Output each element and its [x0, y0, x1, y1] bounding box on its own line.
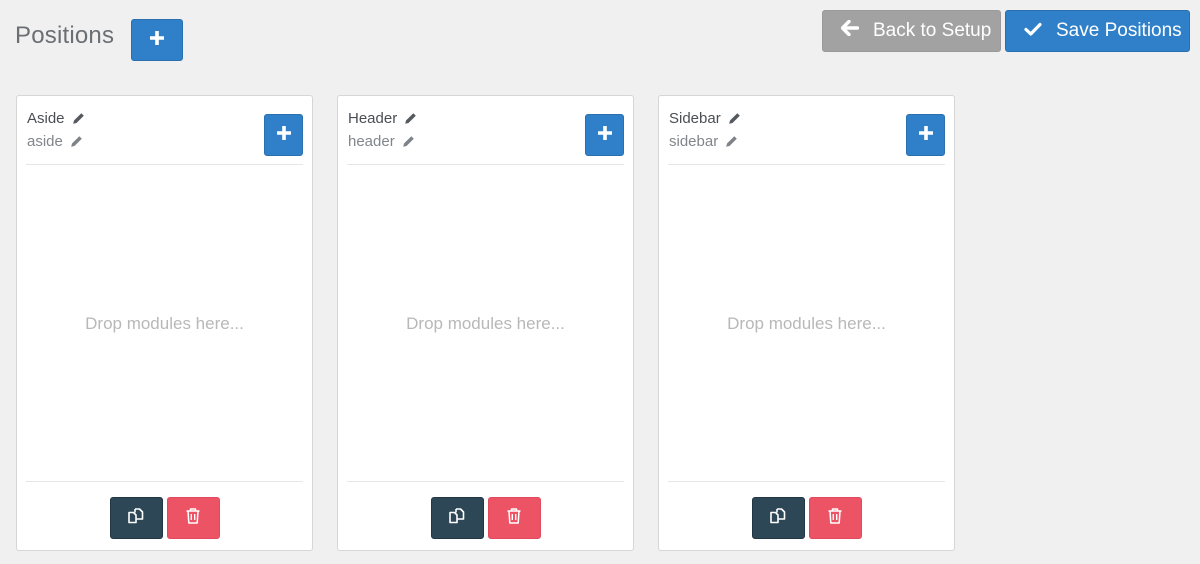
delete-position-button[interactable] — [166, 497, 220, 539]
edit-name-pencil-icon[interactable] — [404, 112, 417, 125]
add-module-button[interactable] — [906, 114, 945, 156]
card-header: Aside aside — [26, 96, 303, 165]
back-to-setup-label: Back to Setup — [873, 20, 992, 41]
plus-icon — [597, 125, 613, 146]
copy-icon — [768, 506, 788, 531]
trash-icon — [827, 507, 843, 530]
position-name-text: Aside — [27, 110, 65, 127]
edit-name-pencil-icon[interactable] — [728, 112, 741, 125]
add-position-button[interactable] — [131, 19, 183, 61]
drop-zone-placeholder: Drop modules here... — [85, 313, 244, 333]
position-name-text: Sidebar — [669, 110, 721, 127]
position-card-sidebar: Sidebar sidebar Drop modules here... — [658, 95, 955, 551]
delete-position-button[interactable] — [487, 497, 541, 539]
edit-slug-pencil-icon[interactable] — [725, 135, 738, 148]
plus-icon — [918, 125, 934, 146]
position-slug: aside — [27, 133, 83, 150]
plus-icon — [276, 125, 292, 146]
position-name: Aside — [27, 110, 85, 127]
position-name: Header — [348, 110, 417, 127]
delete-position-button[interactable] — [808, 497, 862, 539]
position-slug-text: aside — [27, 133, 63, 150]
card-footer — [17, 497, 312, 539]
position-slug: header — [348, 133, 415, 150]
copy-icon — [126, 506, 146, 531]
module-drop-zone[interactable]: Drop modules here... — [26, 165, 303, 482]
duplicate-position-button[interactable] — [109, 497, 163, 539]
duplicate-position-button[interactable] — [751, 497, 805, 539]
check-icon — [1024, 20, 1042, 42]
arrow-left-icon — [840, 19, 860, 42]
add-module-button[interactable] — [585, 114, 624, 156]
position-slug: sidebar — [669, 133, 738, 150]
back-to-setup-button[interactable]: Back to Setup — [822, 10, 1001, 52]
edit-slug-pencil-icon[interactable] — [70, 135, 83, 148]
position-name: Sidebar — [669, 110, 741, 127]
position-card-header: Header header Drop modules here... — [337, 95, 634, 551]
save-positions-button[interactable]: Save Positions — [1005, 10, 1190, 52]
save-positions-label: Save Positions — [1056, 20, 1182, 41]
drop-zone-placeholder: Drop modules here... — [727, 313, 886, 333]
position-slug-text: sidebar — [669, 133, 719, 150]
edit-slug-pencil-icon[interactable] — [402, 135, 415, 148]
position-card-aside: Aside aside Drop modules here... — [16, 95, 313, 551]
edit-name-pencil-icon[interactable] — [72, 112, 85, 125]
module-drop-zone[interactable]: Drop modules here... — [668, 165, 945, 482]
trash-icon — [185, 507, 201, 530]
page-title: Positions — [15, 22, 115, 49]
trash-icon — [506, 507, 522, 530]
module-drop-zone[interactable]: Drop modules here... — [347, 165, 624, 482]
position-name-text: Header — [348, 110, 398, 127]
position-slug-text: header — [348, 133, 395, 150]
card-footer — [338, 497, 633, 539]
add-module-button[interactable] — [264, 114, 303, 156]
card-header: Header header — [347, 96, 624, 165]
drop-zone-placeholder: Drop modules here... — [406, 313, 565, 333]
duplicate-position-button[interactable] — [430, 497, 484, 539]
plus-icon — [149, 30, 165, 51]
card-header: Sidebar sidebar — [668, 96, 945, 165]
copy-icon — [447, 506, 467, 531]
card-footer — [659, 497, 954, 539]
